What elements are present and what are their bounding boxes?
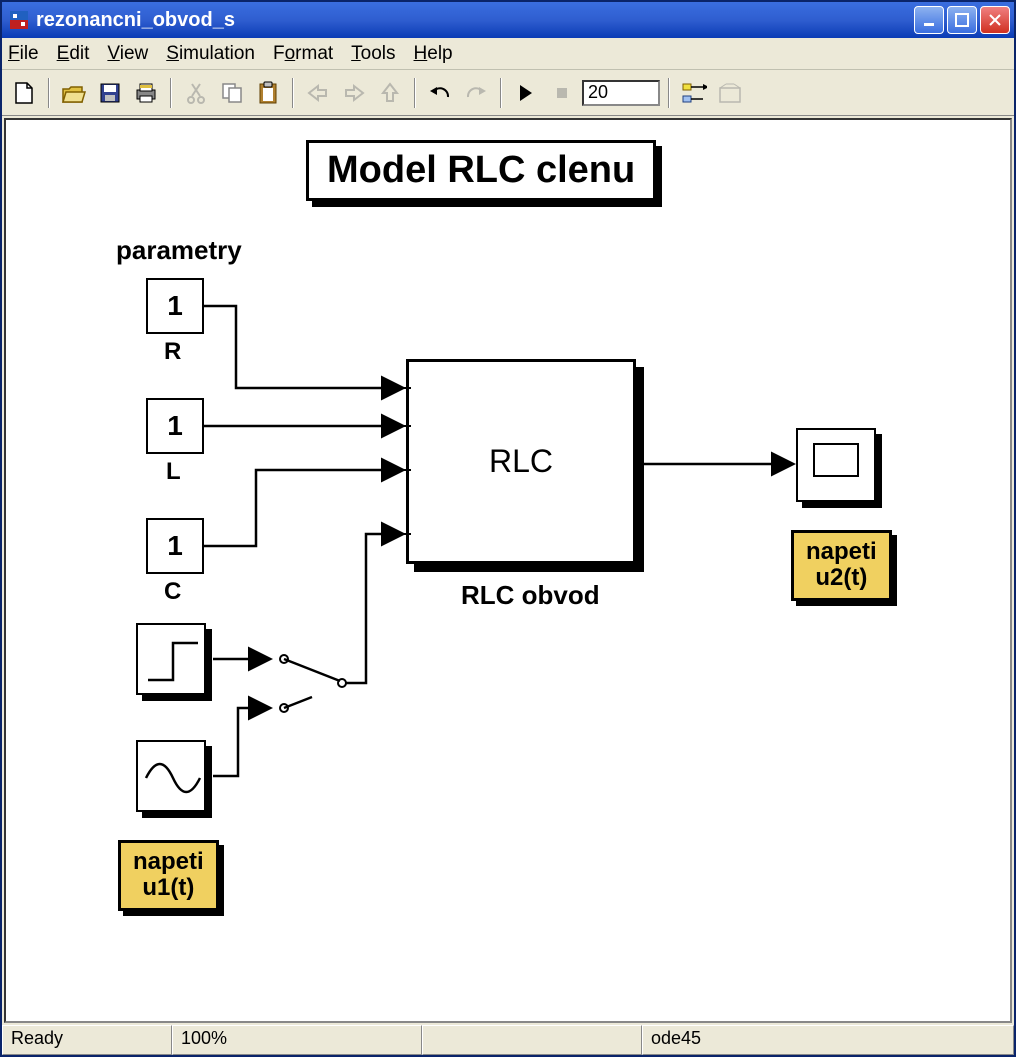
u2-tag-line1: napeti (806, 539, 877, 565)
separator-icon (414, 78, 416, 108)
undo-icon[interactable] (424, 77, 456, 109)
app-window: rezonancni_obvod_s File Edit View Simula… (0, 0, 1016, 1057)
status-solver: ode45 (642, 1025, 1014, 1055)
u2-tag[interactable]: napeti u2(t) (791, 530, 892, 601)
stop-time-input[interactable] (582, 80, 660, 106)
rlc-subsystem-block[interactable]: RLC (406, 359, 636, 564)
status-ready: Ready (2, 1025, 172, 1055)
menu-help[interactable]: Help (414, 43, 453, 65)
forward-icon[interactable] (338, 77, 370, 109)
window-controls (914, 6, 1010, 34)
constant-l-block[interactable]: 1 (146, 398, 204, 454)
u1-tag-line1: napeti (133, 849, 204, 875)
open-icon[interactable] (58, 77, 90, 109)
redo-icon[interactable] (460, 77, 492, 109)
minimize-button[interactable] (914, 6, 944, 34)
sine-source-block[interactable] (136, 740, 206, 812)
menu-format[interactable]: Format (273, 43, 333, 65)
u1-tag-line2: u1(t) (133, 875, 204, 901)
constant-l-label: L (166, 458, 181, 486)
close-button[interactable] (980, 6, 1010, 34)
menubar: File Edit View Simulation Format Tools H… (2, 38, 1014, 70)
titlebar: rezonancni_obvod_s (2, 2, 1014, 38)
constant-r-block[interactable]: 1 (146, 278, 204, 334)
new-icon[interactable] (8, 77, 40, 109)
statusbar: Ready 100% ode45 (2, 1025, 1014, 1055)
separator-icon (500, 78, 502, 108)
print-icon[interactable] (130, 77, 162, 109)
library-browser-icon[interactable] (678, 77, 710, 109)
up-icon[interactable] (374, 77, 406, 109)
menu-edit[interactable]: Edit (57, 43, 90, 65)
copy-icon[interactable] (216, 77, 248, 109)
model-explorer-icon[interactable] (714, 77, 746, 109)
scope-block[interactable] (796, 428, 876, 502)
rlc-block-text: RLC (489, 443, 553, 480)
step-source-block[interactable] (136, 623, 206, 695)
maximize-button[interactable] (947, 6, 977, 34)
separator-icon (292, 78, 294, 108)
u1-tag[interactable]: napeti u1(t) (118, 840, 219, 911)
constant-c-block[interactable]: 1 (146, 518, 204, 574)
back-icon[interactable] (302, 77, 334, 109)
parameters-heading: parametry (116, 235, 242, 266)
separator-icon (170, 78, 172, 108)
app-icon (8, 9, 30, 31)
diagram-title[interactable]: Model RLC clenu (306, 140, 656, 201)
constant-c-label: C (164, 578, 181, 606)
menu-tools[interactable]: Tools (351, 43, 395, 65)
menu-simulation[interactable]: Simulation (166, 43, 255, 65)
stop-icon[interactable] (546, 77, 578, 109)
menu-file[interactable]: File (8, 43, 39, 65)
rlc-subsystem-label: RLC obvod (461, 580, 600, 611)
play-icon[interactable] (510, 77, 542, 109)
constant-r-label: R (164, 338, 181, 366)
separator-icon (668, 78, 670, 108)
status-zoom: 100% (172, 1025, 422, 1055)
paste-icon[interactable] (252, 77, 284, 109)
menu-view[interactable]: View (107, 43, 148, 65)
window-title: rezonancni_obvod_s (36, 9, 914, 32)
status-mid (422, 1025, 642, 1055)
toolbar (2, 70, 1014, 116)
save-icon[interactable] (94, 77, 126, 109)
cut-icon[interactable] (180, 77, 212, 109)
u2-tag-line2: u2(t) (806, 565, 877, 591)
separator-icon (48, 78, 50, 108)
model-canvas[interactable]: Model RLC clenu parametry 1 R 1 L 1 C na… (4, 118, 1012, 1023)
